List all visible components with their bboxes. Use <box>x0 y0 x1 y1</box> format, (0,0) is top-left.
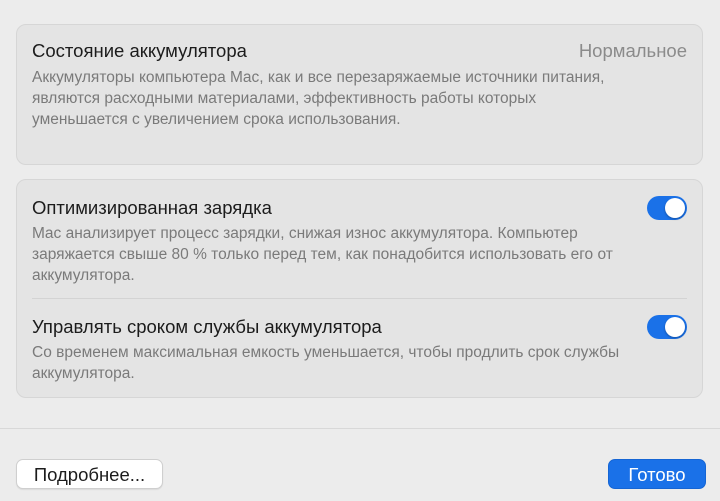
more-info-button[interactable]: Подробнее... <box>16 459 163 489</box>
manage-lifespan-row: Управлять сроком службы аккумулятора Со … <box>32 315 687 384</box>
manage-lifespan-toggle[interactable] <box>647 315 687 339</box>
manage-lifespan-title: Управлять сроком службы аккумулятора <box>32 316 382 337</box>
battery-health-value: Нормальное <box>578 40 687 61</box>
toggle-knob <box>665 198 685 218</box>
optimized-charging-row: Оптимизированная зарядка Mac анализирует… <box>32 196 687 286</box>
optimized-charging-title: Оптимизированная зарядка <box>32 197 272 218</box>
separator <box>32 298 687 299</box>
battery-health-description: Аккумуляторы компьютера Mac, как и все п… <box>32 69 605 128</box>
done-button[interactable]: Готово <box>608 459 706 489</box>
optimized-charging-description: Mac анализирует процесс зарядки, снижая … <box>32 225 613 284</box>
battery-health-panel: Состояние аккумулятора Нормальное Аккуму… <box>16 24 703 165</box>
toggle-knob <box>665 317 685 337</box>
battery-health-row: Состояние аккумулятора Нормальное Аккуму… <box>32 39 687 130</box>
optimized-charging-toggle[interactable] <box>647 196 687 220</box>
footer-divider <box>0 428 720 429</box>
charging-settings-panel: Оптимизированная зарядка Mac анализирует… <box>16 179 703 398</box>
manage-lifespan-description: Со временем максимальная емкость уменьша… <box>32 344 620 382</box>
